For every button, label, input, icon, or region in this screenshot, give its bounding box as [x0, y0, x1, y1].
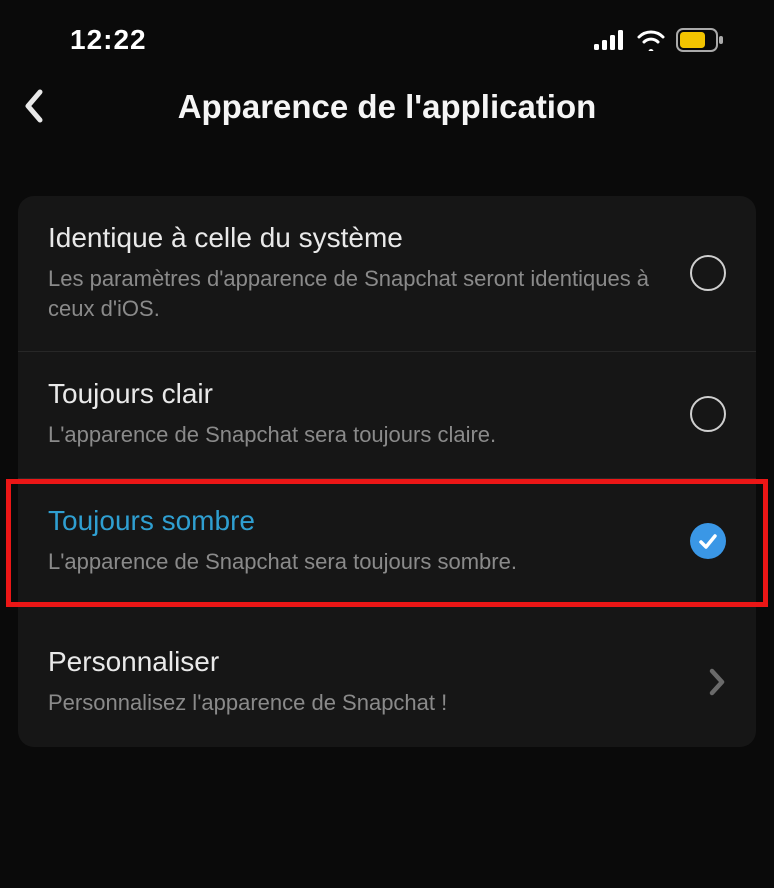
- radio-unchecked-icon: [690, 396, 726, 432]
- option-desc: Les paramètres d'apparence de Snapchat s…: [48, 264, 674, 323]
- option-system[interactable]: Identique à celle du système Les paramèt…: [18, 196, 756, 352]
- page-title: Apparence de l'application: [20, 88, 754, 126]
- option-text: Personnaliser Personnalisez l'apparence …: [48, 646, 692, 718]
- option-title: Toujours clair: [48, 378, 674, 410]
- radio-checked-icon: [690, 523, 726, 559]
- status-bar: 12:22: [0, 0, 774, 70]
- option-desc: L'apparence de Snapchat sera toujours so…: [48, 547, 674, 577]
- back-button[interactable]: [22, 88, 44, 129]
- option-text: Identique à celle du système Les paramèt…: [48, 222, 674, 323]
- page-header: Apparence de l'application: [0, 70, 774, 156]
- option-desc: L'apparence de Snapchat sera toujours cl…: [48, 420, 674, 450]
- status-time: 12:22: [70, 24, 147, 56]
- battery-icon: [676, 28, 724, 52]
- option-customize[interactable]: Personnaliser Personnalisez l'apparence …: [18, 606, 756, 748]
- option-title: Identique à celle du système: [48, 222, 674, 254]
- option-dark[interactable]: Toujours sombre L'apparence de Snapchat …: [18, 479, 756, 606]
- option-light[interactable]: Toujours clair L'apparence de Snapchat s…: [18, 352, 756, 479]
- wifi-icon: [636, 29, 666, 51]
- options-card: Identique à celle du système Les paramèt…: [18, 196, 756, 747]
- chevron-right-icon: [708, 667, 726, 697]
- content: Identique à celle du système Les paramèt…: [0, 196, 774, 747]
- check-icon: [697, 530, 719, 552]
- status-icons: [594, 28, 724, 52]
- cellular-icon: [594, 30, 626, 50]
- radio-unchecked-icon: [690, 255, 726, 291]
- option-title: Toujours sombre: [48, 505, 674, 537]
- option-text: Toujours clair L'apparence de Snapchat s…: [48, 378, 674, 450]
- option-title: Personnaliser: [48, 646, 692, 678]
- option-desc: Personnalisez l'apparence de Snapchat !: [48, 688, 692, 718]
- option-text: Toujours sombre L'apparence de Snapchat …: [48, 505, 674, 577]
- chevron-left-icon: [22, 88, 44, 124]
